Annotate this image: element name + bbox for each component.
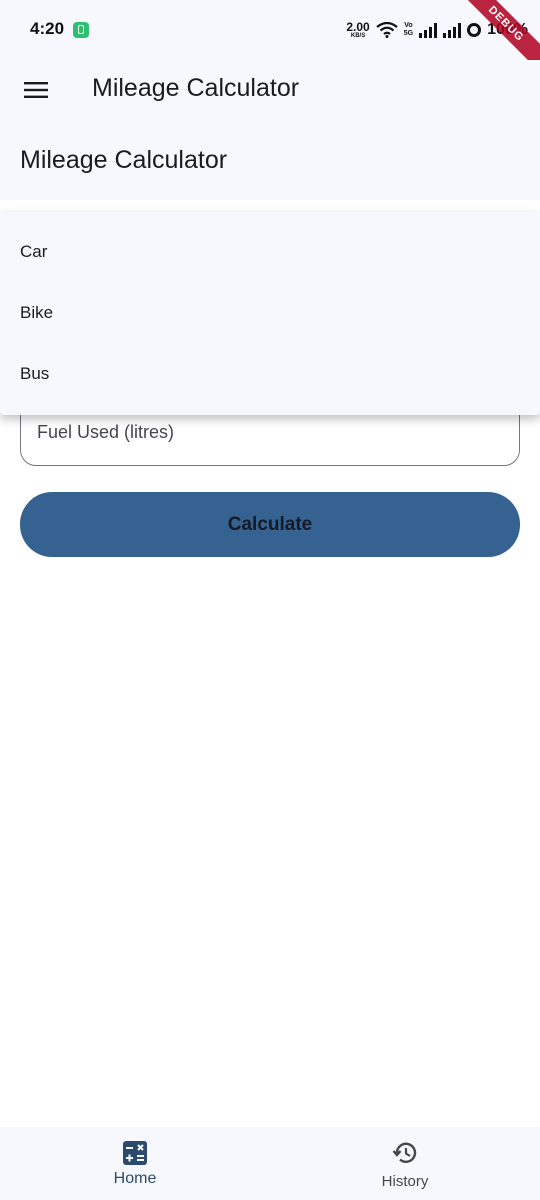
app-title: Mileage Calculator <box>92 74 300 102</box>
nav-item-history[interactable]: History <box>270 1127 540 1200</box>
calculator-icon <box>123 1141 147 1165</box>
volte-indicator: Vo 5G <box>404 22 413 38</box>
status-time: 4:20 <box>30 19 65 38</box>
nav-item-home[interactable]: Home <box>0 1127 270 1200</box>
menu-button[interactable] <box>18 72 54 108</box>
network-speed: 2.00 KB/S <box>346 21 369 39</box>
network-speed-value: 2.00 <box>346 20 370 34</box>
dropdown-option-label: Car <box>20 242 48 261</box>
page-header: Mileage Calculator <box>0 120 540 200</box>
menu-icon <box>24 82 48 98</box>
signal-icon-1 <box>419 22 438 38</box>
calculate-button[interactable]: Calculate <box>20 492 520 557</box>
status-bar: 4:20 2.00 KB/S Vo 5G 100% DEBUG <box>0 0 540 81</box>
dropdown-option-bus[interactable]: Bus <box>0 344 540 405</box>
vehicle-type-dropdown-menu: Car Bike Bus <box>0 212 540 415</box>
dropdown-option-label: Bus <box>20 364 50 383</box>
dropdown-option-bike[interactable]: Bike <box>0 283 540 344</box>
nav-label-home: Home <box>113 1170 157 1187</box>
fuel-used-placeholder: Fuel Used (litres) <box>37 422 175 442</box>
nav-label-history: History <box>381 1173 429 1190</box>
bottom-navigation: Home History <box>0 1127 540 1200</box>
dropdown-option-label: Bike <box>20 303 54 322</box>
history-icon <box>392 1142 417 1163</box>
notification-app-icon <box>73 22 89 38</box>
wifi-icon <box>376 22 398 38</box>
network-speed-unit: KB/S <box>350 33 366 39</box>
volte-top: Vo <box>404 22 413 29</box>
page-title: Mileage Calculator <box>20 146 228 174</box>
signal-icon-2 <box>443 22 462 38</box>
volte-bottom: 5G <box>403 30 414 37</box>
app-bar: Mileage Calculator <box>0 60 540 120</box>
battery-icon <box>467 23 482 37</box>
dropdown-option-car[interactable]: Car <box>0 222 540 283</box>
